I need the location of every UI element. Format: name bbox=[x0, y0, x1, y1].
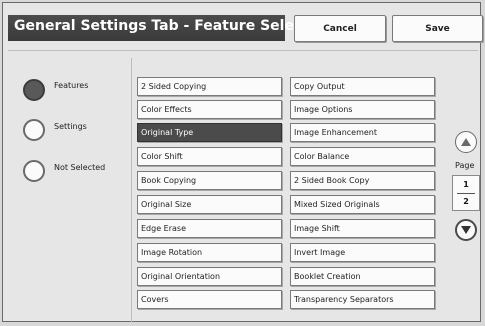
page-up-button[interactable] bbox=[455, 131, 477, 153]
feature-button-original-size[interactable]: Original Size bbox=[137, 195, 282, 214]
feature-button-book-copying[interactable]: Book Copying bbox=[137, 171, 282, 190]
total-pages: 2 bbox=[463, 197, 469, 206]
not-selected-radio-label[interactable]: Not Selected bbox=[54, 163, 105, 172]
feature-button-invert-image[interactable]: Invert Image bbox=[290, 243, 435, 262]
current-page: 1 bbox=[463, 180, 469, 189]
save-button[interactable]: Save bbox=[392, 15, 483, 42]
triangle-down-icon bbox=[461, 226, 471, 234]
feature-button-mixed-sized-originals[interactable]: Mixed Sized Originals bbox=[290, 195, 435, 214]
features-radio[interactable] bbox=[23, 79, 45, 101]
feature-button-original-type[interactable]: Original Type bbox=[137, 123, 282, 142]
page-title: General Settings Tab - Feature Selection bbox=[14, 18, 334, 34]
feature-button-booklet-creation[interactable]: Booklet Creation bbox=[290, 267, 435, 286]
feature-button-edge-erase[interactable]: Edge Erase bbox=[137, 219, 282, 238]
feature-button-2-sided-book-copy[interactable]: 2 Sided Book Copy bbox=[290, 171, 435, 190]
feature-button-image-rotation[interactable]: Image Rotation bbox=[137, 243, 282, 262]
feature-button-covers[interactable]: Covers bbox=[137, 290, 282, 309]
feature-button-original-orientation[interactable]: Original Orientation bbox=[137, 267, 282, 286]
settings-radio[interactable] bbox=[23, 119, 45, 141]
header-divider bbox=[8, 50, 478, 51]
features-radio-label[interactable]: Features bbox=[54, 81, 88, 90]
feature-button-copy-output[interactable]: Copy Output bbox=[290, 77, 435, 96]
feature-button-transparency-separators[interactable]: Transparency Separators bbox=[290, 290, 435, 309]
feature-button-image-enhancement[interactable]: Image Enhancement bbox=[290, 123, 435, 142]
page-separator bbox=[457, 193, 475, 194]
page-indicator: 1 2 bbox=[452, 175, 480, 211]
feature-button-color-balance[interactable]: Color Balance bbox=[290, 147, 435, 166]
title-bar: General Settings Tab - Feature Selection bbox=[8, 15, 333, 41]
feature-button-image-options[interactable]: Image Options bbox=[290, 100, 435, 119]
feature-button-color-shift[interactable]: Color Shift bbox=[137, 147, 282, 166]
page-down-button[interactable] bbox=[455, 219, 477, 241]
settings-radio-label[interactable]: Settings bbox=[54, 122, 87, 131]
cancel-button[interactable]: Cancel bbox=[294, 15, 386, 42]
feature-button-image-shift[interactable]: Image Shift bbox=[290, 219, 435, 238]
page-label: Page bbox=[455, 161, 475, 170]
feature-button-2-sided-copying[interactable]: 2 Sided Copying bbox=[137, 77, 282, 96]
not-selected-radio[interactable] bbox=[23, 160, 45, 182]
triangle-up-icon bbox=[461, 138, 471, 146]
sidebar-divider bbox=[131, 58, 132, 322]
feature-button-color-effects[interactable]: Color Effects bbox=[137, 100, 282, 119]
